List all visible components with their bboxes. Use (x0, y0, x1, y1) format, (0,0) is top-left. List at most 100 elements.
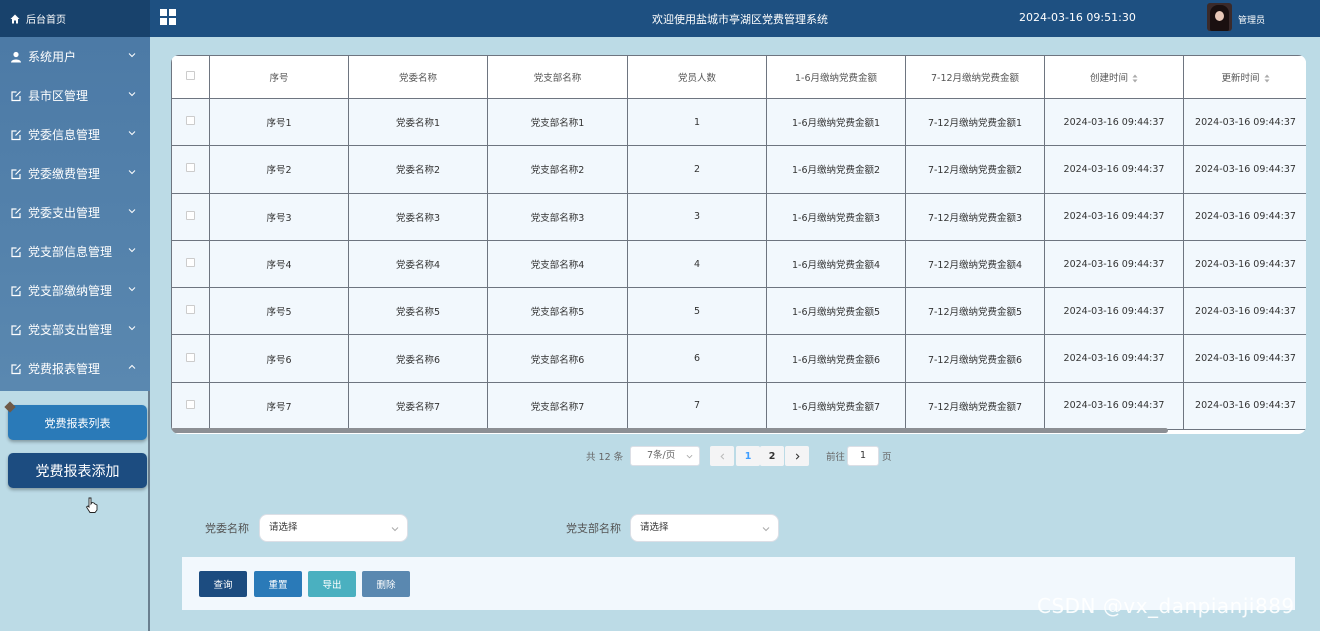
column-header: 党委名称 (348, 55, 488, 99)
table-cell: 2024-03-16 09:44:37 (1044, 97, 1184, 147)
avatar[interactable] (1207, 3, 1232, 31)
sidebar-item-system-users[interactable]: 系统用户 (0, 37, 150, 76)
page-number-button[interactable]: 1 (736, 446, 760, 466)
row-checkbox[interactable] (186, 116, 195, 126)
page-size-select[interactable]: 7条/页 (630, 446, 700, 466)
row-checkbox[interactable] (186, 352, 195, 362)
table-cell: 2024-03-16 09:44:37 (1044, 287, 1184, 336)
column-header-label: 更新时间 (1221, 73, 1260, 84)
column-header-created-time[interactable]: 创建时间 (1044, 55, 1184, 99)
row-select-cell[interactable] (171, 145, 210, 194)
table-cell: 党支部名称3 (487, 192, 628, 241)
sidebar-item-branch-info[interactable]: 党支部信息管理 (0, 232, 150, 271)
submenu-report-add[interactable]: 党费报表添加 (8, 453, 147, 488)
row-select-cell[interactable] (171, 334, 210, 383)
table-cell: 党委名称5 (348, 287, 488, 336)
sort-icon[interactable] (1132, 74, 1138, 83)
row-select-cell[interactable] (171, 192, 210, 241)
edit-icon (11, 246, 21, 257)
sidebar-item-branch-expense[interactable]: 党支部支出管理 (0, 310, 150, 349)
sidebar-item-label: 党委缴费管理 (28, 167, 101, 181)
delete-button[interactable]: 删除 (362, 571, 410, 597)
row-checkbox[interactable] (186, 210, 195, 220)
datetime: 2024-03-16 09:51:30 (1019, 11, 1136, 24)
branch-select[interactable]: 请选择 (630, 514, 779, 542)
chevron-down-icon (128, 248, 136, 253)
table-row[interactable]: 序号1 党委名称1 党支部名称1 1 1-6月缴纳党费金额1 7-12月缴纳党费金额1 20… (171, 97, 1306, 147)
reset-button[interactable]: 重置 (254, 571, 302, 597)
home-label: 后台首页 (26, 15, 66, 26)
sidebar-item-committee-expense[interactable]: 党委支出管理 (0, 193, 150, 232)
edit-icon (11, 324, 21, 335)
user-label[interactable]: 管理员 (1238, 13, 1265, 26)
table-row[interactable]: 序号3 党委名称3 党支部名称3 3 1-6月缴纳党费金额3 7-12月缴纳党费金额3 20… (171, 192, 1306, 241)
export-button[interactable]: 导出 (308, 571, 356, 597)
sidebar-item-branch-payment[interactable]: 党支部缴纳管理 (0, 271, 150, 310)
prev-page-button[interactable] (710, 446, 734, 466)
sidebar-item-label: 党费报表管理 (28, 362, 101, 376)
row-select-cell[interactable] (171, 239, 210, 289)
table-cell: 5 (627, 287, 767, 336)
page-number-button[interactable]: 2 (760, 446, 784, 466)
row-select-cell[interactable] (171, 97, 210, 147)
committee-filter-label: 党委名称 (205, 522, 249, 535)
table-cell: 党委名称3 (348, 192, 488, 241)
table-cell: 序号2 (209, 145, 349, 194)
table-cell: 1-6月缴纳党费金额2 (766, 145, 906, 194)
edit-icon (11, 168, 21, 179)
edit-icon (11, 90, 21, 101)
branch-select-value: 请选择 (640, 522, 669, 533)
table-cell: 党支部名称4 (487, 239, 628, 289)
chevron-down-icon (128, 287, 136, 292)
row-checkbox[interactable] (186, 399, 195, 409)
committee-select[interactable]: 请选择 (259, 514, 408, 542)
chevron-down-icon (128, 53, 136, 58)
table-cell: 序号5 (209, 287, 349, 336)
goto-page-input[interactable]: 1 (847, 446, 879, 466)
edit-icon (11, 363, 21, 374)
chevron-down-icon (128, 170, 136, 175)
home-link[interactable]: 后台首页 (0, 0, 150, 37)
query-button[interactable]: 查询 (199, 571, 247, 597)
row-checkbox[interactable] (186, 163, 195, 173)
table-cell: 党委名称7 (348, 381, 488, 431)
column-header: 7-12月缴纳党费金额 (905, 55, 1045, 99)
row-checkbox[interactable] (186, 305, 195, 315)
select-all-cell[interactable] (171, 55, 210, 99)
table-cell: 1-6月缴纳党费金额1 (766, 97, 906, 147)
row-select-cell[interactable] (171, 287, 210, 336)
sidebar-item-committee-info[interactable]: 党委信息管理 (0, 115, 150, 154)
menu-toggle-icon[interactable] (160, 9, 176, 25)
welcome-text: 欢迎使用盐城市亭湖区党费管理系统 (652, 13, 828, 26)
hand-cursor-icon (85, 497, 98, 513)
sidebar-item-committee-payment[interactable]: 党委缴费管理 (0, 154, 150, 193)
sidebar-item-fee-report[interactable]: 党费报表管理 (0, 349, 150, 388)
table-cell: 序号1 (209, 97, 349, 147)
table-cell: 2024-03-16 09:44:37 (1183, 192, 1306, 241)
table-cell: 2024-03-16 09:44:37 (1044, 381, 1184, 431)
table-cell: 2024-03-16 09:44:37 (1183, 287, 1306, 336)
row-select-cell[interactable] (171, 381, 210, 431)
sort-icon[interactable] (1264, 74, 1270, 83)
home-icon (10, 14, 20, 23)
table-row[interactable]: 序号4 党委名称4 党支部名称4 4 1-6月缴纳党费金额4 7-12月缴纳党费金额4 20… (171, 239, 1306, 289)
table-row[interactable]: 序号7 党委名称7 党支部名称7 7 1-6月缴纳党费金额7 7-12月缴纳党费金额7 20… (171, 381, 1306, 431)
table-row[interactable]: 序号2 党委名称2 党支部名称2 2 1-6月缴纳党费金额2 7-12月缴纳党费金额2 20… (171, 145, 1306, 194)
row-checkbox[interactable] (186, 258, 195, 268)
submenu-report-list[interactable]: 党费报表列表 (8, 405, 147, 440)
column-header: 党员人数 (627, 55, 767, 99)
chevron-down-icon (686, 454, 693, 459)
select-all-checkbox[interactable] (186, 71, 195, 80)
table-cell: 7-12月缴纳党费金额5 (905, 287, 1045, 336)
table-row[interactable]: 序号5 党委名称5 党支部名称5 5 1-6月缴纳党费金额5 7-12月缴纳党费金额5 20… (171, 287, 1306, 336)
horizontal-scrollbar[interactable] (171, 428, 1168, 433)
table-row[interactable]: 序号6 党委名称6 党支部名称6 6 1-6月缴纳党费金额6 7-12月缴纳党费金额6 20… (171, 334, 1306, 383)
table-cell: 1-6月缴纳党费金额6 (766, 334, 906, 383)
table-cell: 2024-03-16 09:44:37 (1183, 381, 1306, 431)
sidebar-item-county-management[interactable]: 县市区管理 (0, 76, 150, 115)
sidebar-item-label: 党支部信息管理 (28, 245, 113, 259)
next-page-button[interactable] (785, 446, 809, 466)
table-cell: 序号6 (209, 334, 349, 383)
column-header-updated-time[interactable]: 更新时间 (1183, 55, 1306, 99)
chevron-right-icon (795, 453, 800, 459)
